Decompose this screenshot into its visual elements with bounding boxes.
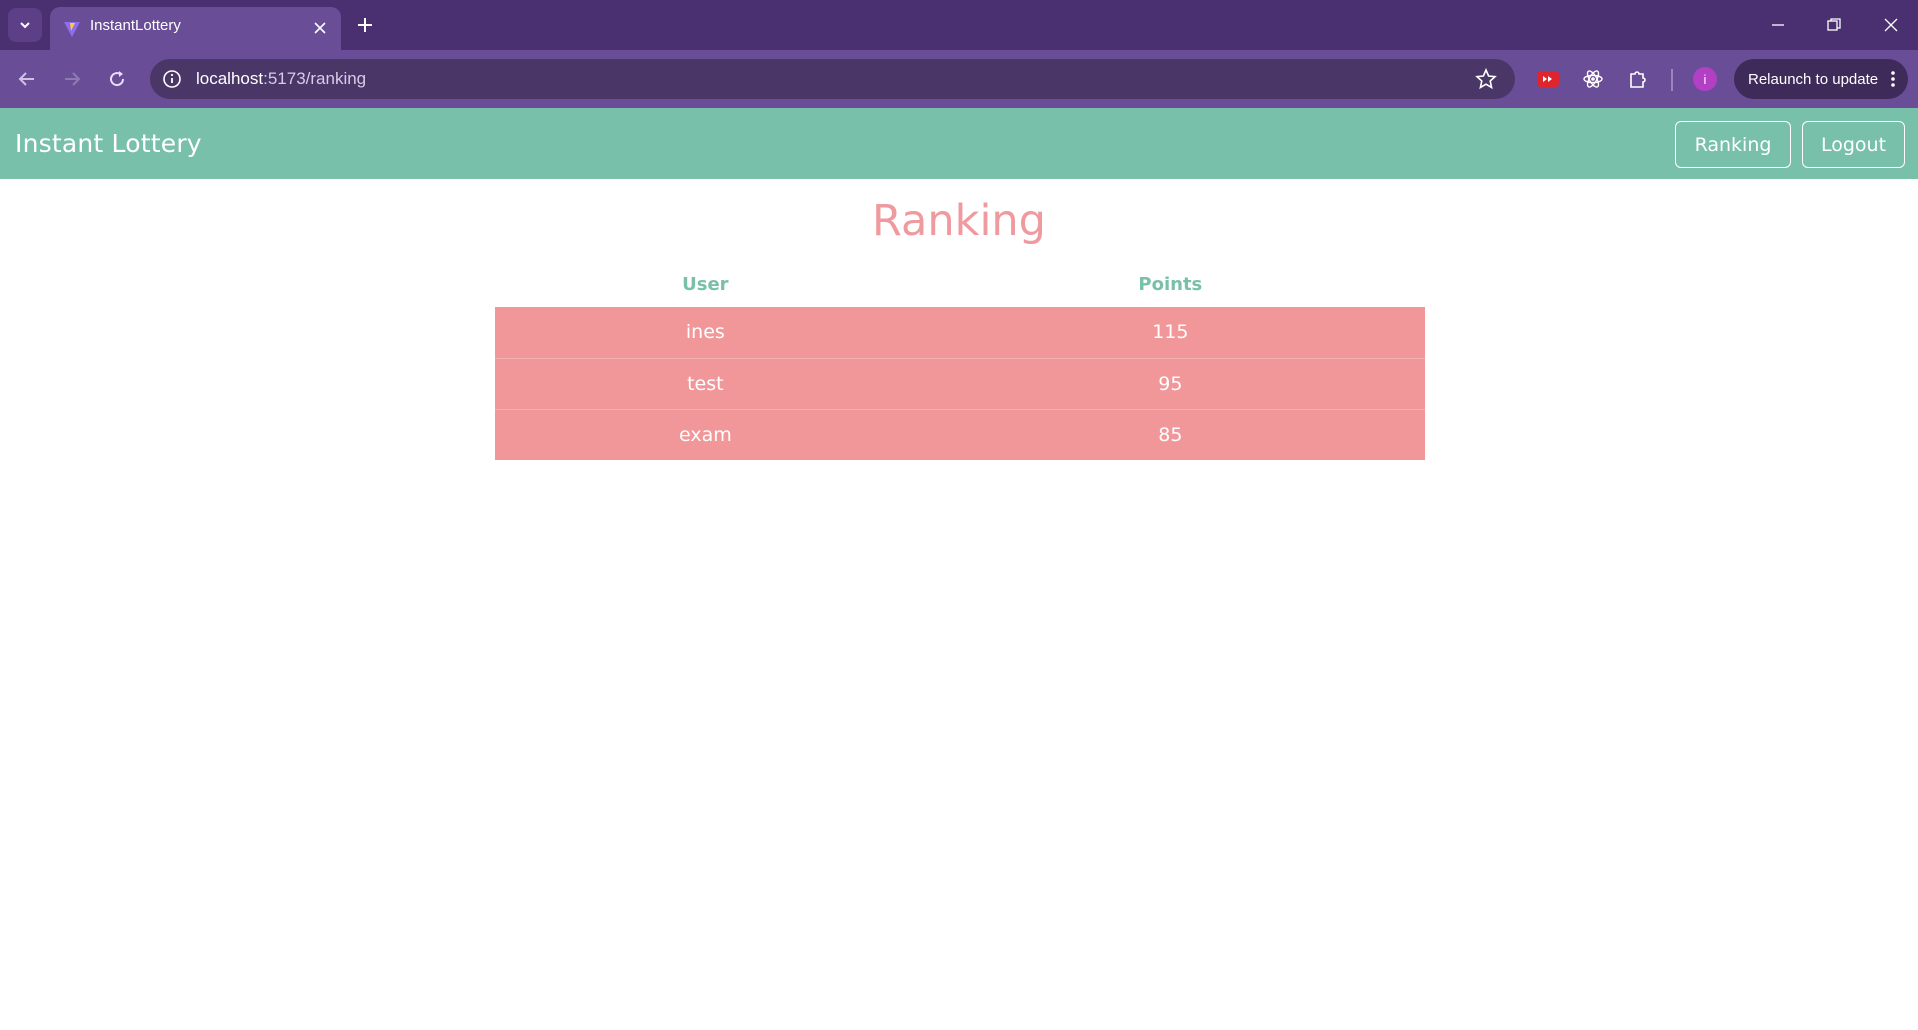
- table-row: ines 115: [495, 307, 1425, 358]
- app-navbar: Instant Lottery Ranking Logout: [0, 108, 1918, 179]
- site-info-icon[interactable]: [162, 69, 182, 89]
- brand-title[interactable]: Instant Lottery: [15, 129, 202, 158]
- restore-icon[interactable]: [1821, 12, 1847, 38]
- user-cell: exam: [495, 408, 916, 460]
- user-cell: ines: [495, 307, 916, 358]
- points-cell: 95: [915, 357, 1425, 409]
- chevron-down-icon: [20, 22, 30, 29]
- column-header-user: User: [682, 274, 729, 295]
- profile-avatar[interactable]: i: [1693, 67, 1717, 91]
- forward-arrow-icon[interactable]: [57, 64, 87, 94]
- address-bar[interactable]: localhost:5173/ranking: [150, 59, 1515, 99]
- points-cell: 85: [915, 408, 1425, 460]
- table-row: test 95: [495, 357, 1425, 409]
- relaunch-label: Relaunch to update: [1748, 70, 1879, 88]
- vite-logo-icon: [64, 22, 80, 37]
- new-tab-icon[interactable]: [352, 12, 378, 38]
- more-vert-icon[interactable]: [1890, 69, 1896, 89]
- relaunch-button[interactable]: Relaunch to update: [1734, 59, 1908, 99]
- bookmark-star-icon[interactable]: [1475, 68, 1497, 90]
- user-cell: test: [495, 357, 916, 409]
- url-text: localhost:5173/ranking: [196, 69, 366, 89]
- extensions-puzzle-icon[interactable]: [1624, 65, 1652, 93]
- close-tab-icon[interactable]: [311, 19, 329, 37]
- browser-tabstrip: InstantLottery: [0, 0, 1918, 50]
- browser-tab[interactable]: InstantLottery: [50, 7, 341, 50]
- ranking-button[interactable]: Ranking: [1675, 121, 1791, 168]
- toolbar-divider: [1671, 69, 1673, 91]
- browser-toolbar: localhost:5173/ranking: [0, 50, 1918, 108]
- minimize-icon[interactable]: [1765, 12, 1791, 38]
- page-title: Ranking: [872, 196, 1046, 246]
- tab-title: InstantLottery: [90, 17, 181, 34]
- reload-icon[interactable]: [102, 64, 132, 94]
- url-host: localhost: [196, 69, 264, 88]
- table-row: exam 85: [495, 408, 1425, 460]
- points-cell: 115: [915, 307, 1425, 358]
- react-devtools-icon[interactable]: [1579, 65, 1607, 93]
- youtube-extension-icon[interactable]: [1534, 65, 1562, 93]
- tab-search-button[interactable]: [8, 8, 42, 42]
- back-arrow-icon[interactable]: [12, 64, 42, 94]
- url-path: :5173/ranking: [263, 69, 367, 88]
- close-window-icon[interactable]: [1878, 12, 1904, 38]
- logout-button[interactable]: Logout: [1802, 121, 1905, 168]
- column-header-points: Points: [1138, 274, 1203, 295]
- table-header-row: User Points: [495, 262, 1425, 307]
- ranking-table: User Points ines 115 test 95 exam 85: [495, 262, 1425, 460]
